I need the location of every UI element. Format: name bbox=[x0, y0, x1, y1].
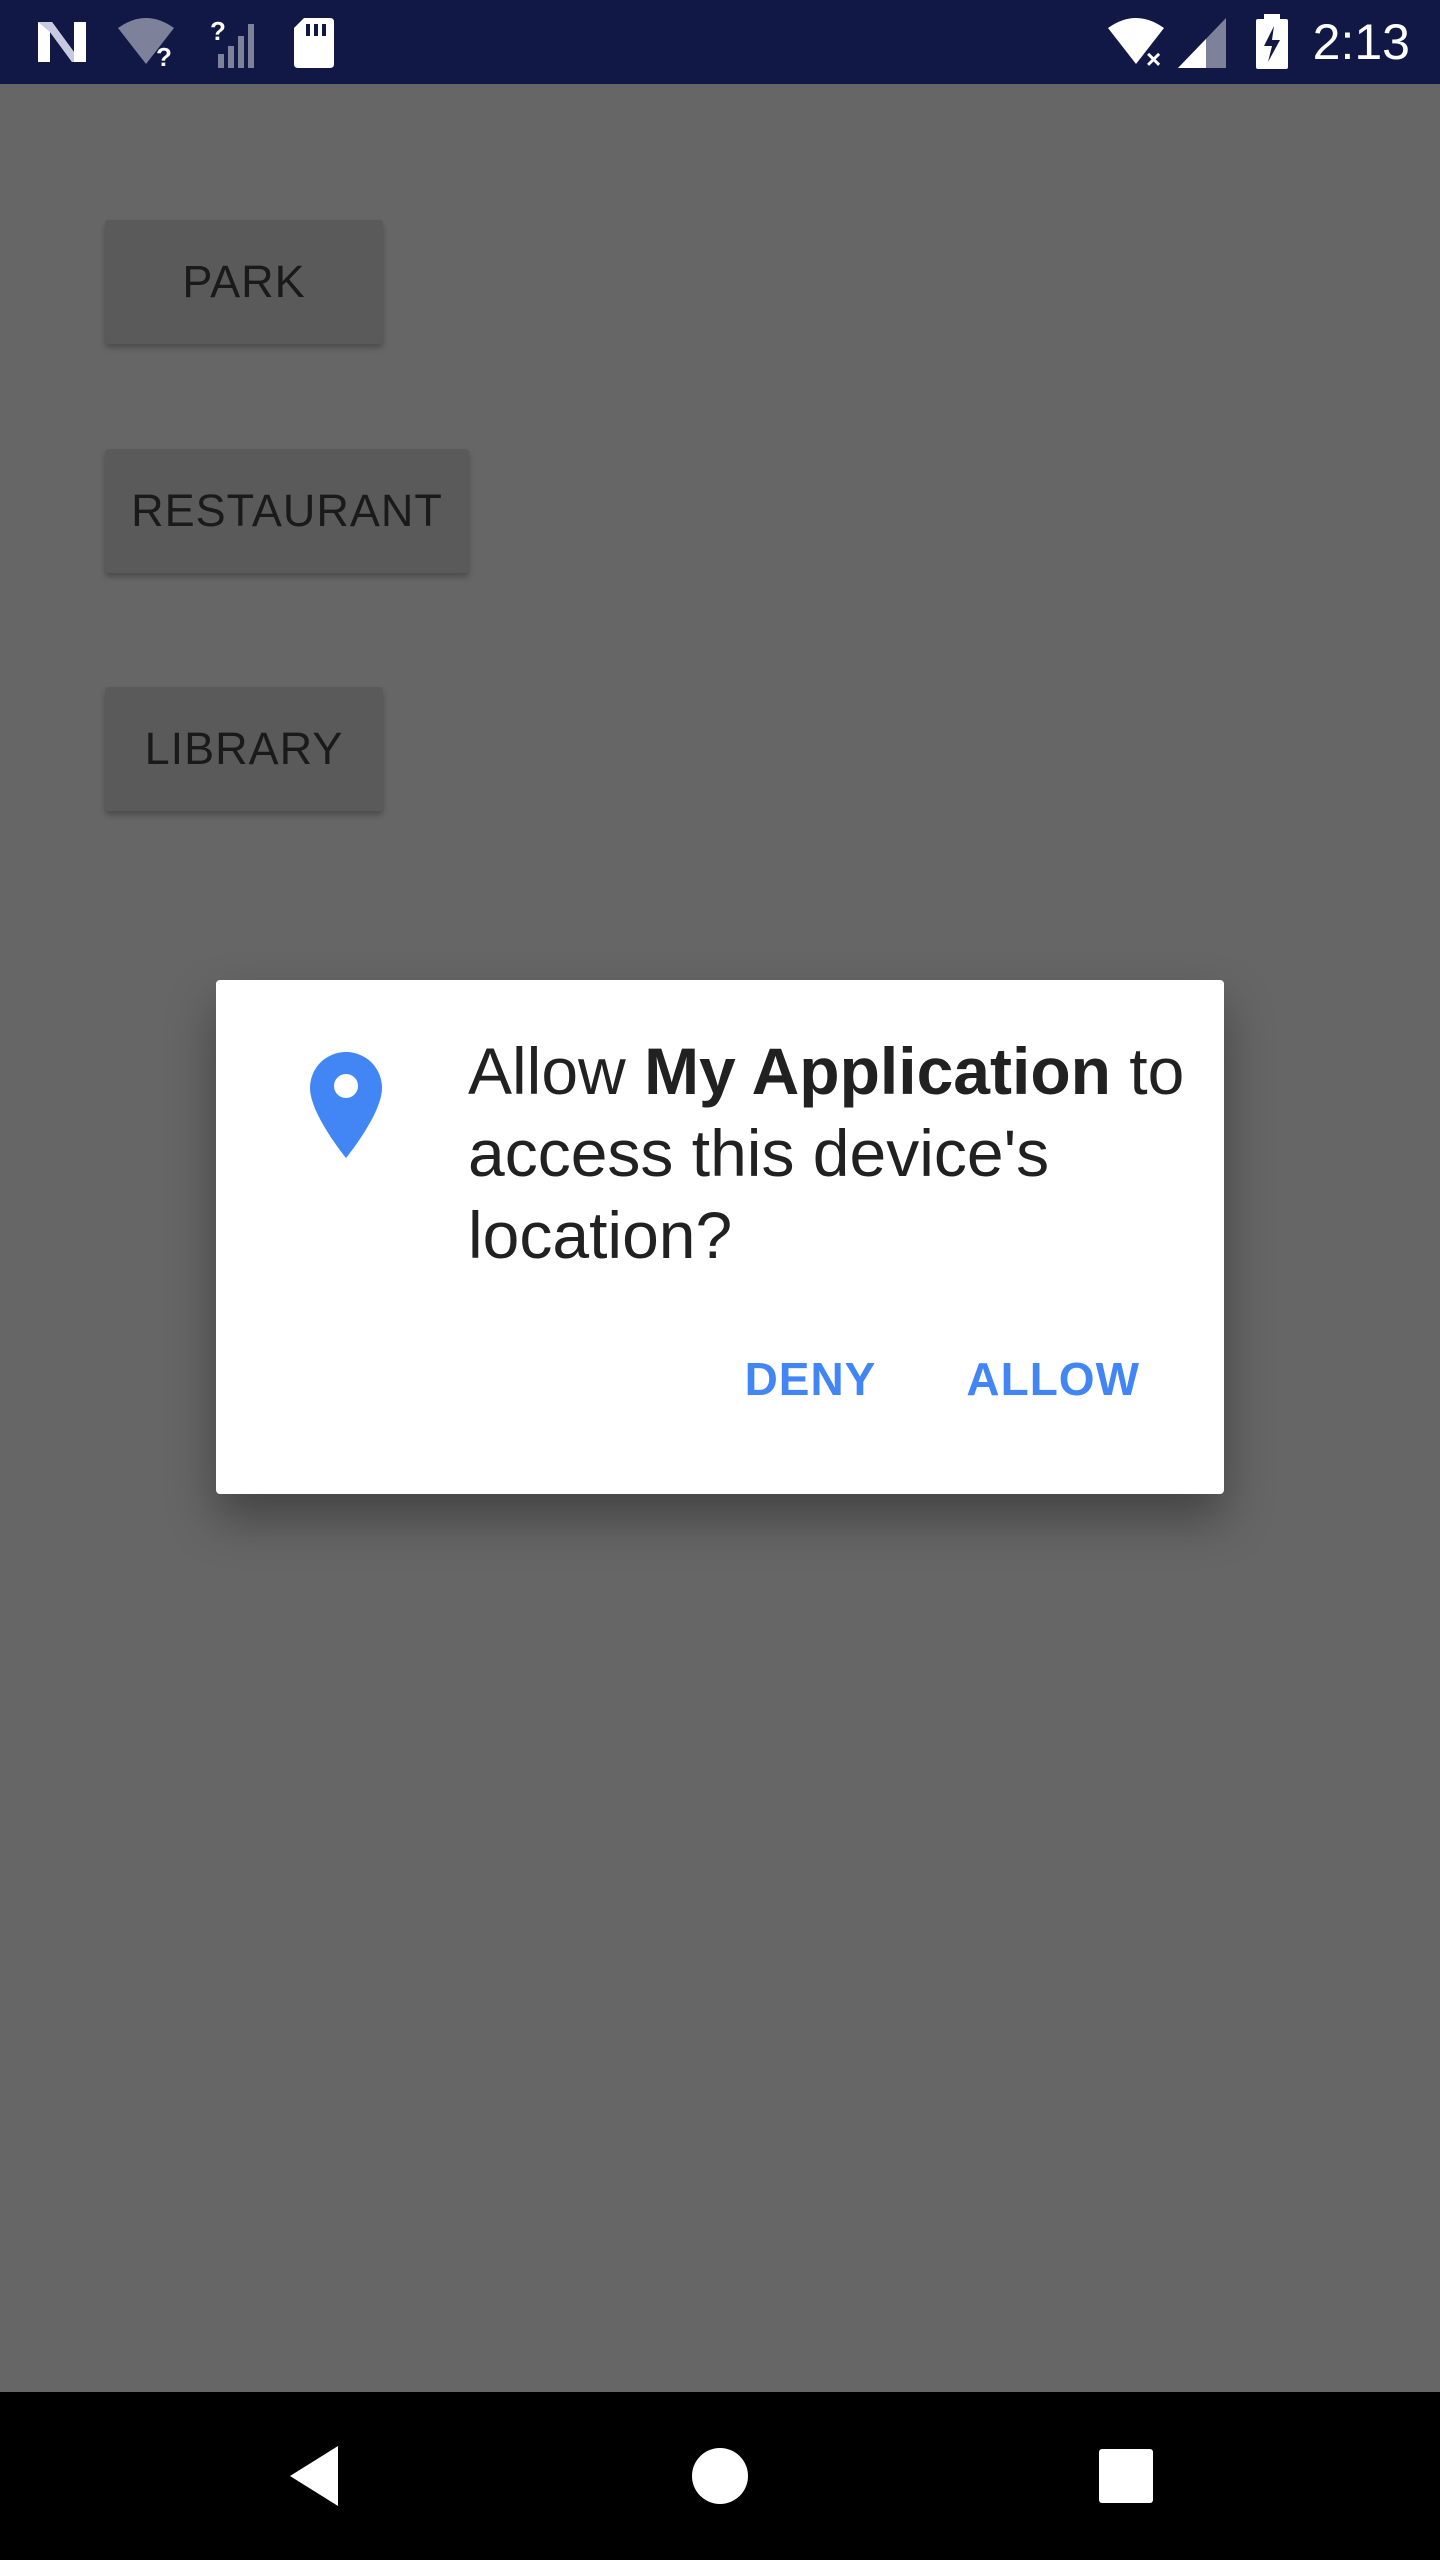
status-time: 2:13 bbox=[1312, 14, 1410, 70]
notification-n-icon bbox=[38, 22, 86, 62]
status-bar: ? ? × 2:13 bbox=[0, 0, 1440, 84]
message-prefix: Allow bbox=[468, 1034, 645, 1108]
back-icon[interactable] bbox=[276, 2436, 356, 2516]
signal-unknown-icon: ? bbox=[210, 16, 254, 68]
svg-text:?: ? bbox=[156, 42, 172, 70]
deny-button[interactable]: DENY bbox=[745, 1344, 877, 1414]
location-pin-icon bbox=[310, 1052, 382, 1158]
permission-message: Allow My Application to access this devi… bbox=[468, 1030, 1188, 1276]
sd-card-icon bbox=[294, 18, 334, 68]
app-name: My Application bbox=[644, 1034, 1111, 1108]
restaurant-button[interactable]: RESTAURANT bbox=[105, 449, 469, 573]
allow-button[interactable]: ALLOW bbox=[966, 1344, 1140, 1414]
navigation-bar bbox=[0, 2392, 1440, 2560]
wifi-no-internet-icon: × bbox=[1108, 18, 1164, 70]
recents-icon[interactable] bbox=[1086, 2436, 1166, 2516]
wifi-unknown-icon: ? bbox=[118, 18, 174, 70]
cell-signal-icon bbox=[1178, 18, 1226, 68]
svg-text:×: × bbox=[1146, 44, 1161, 70]
dialog-actions: DENY ALLOW bbox=[745, 1344, 1140, 1414]
permission-dialog: Allow My Application to access this devi… bbox=[216, 980, 1224, 1494]
home-icon[interactable] bbox=[680, 2436, 760, 2516]
park-button[interactable]: PARK bbox=[105, 220, 383, 344]
screen: ? ? × 2:13 PARK RESTAURANT LIBRARY Allow… bbox=[0, 0, 1440, 2560]
svg-text:?: ? bbox=[210, 16, 226, 46]
battery-charging-icon bbox=[1256, 14, 1288, 69]
library-button[interactable]: LIBRARY bbox=[105, 687, 383, 811]
